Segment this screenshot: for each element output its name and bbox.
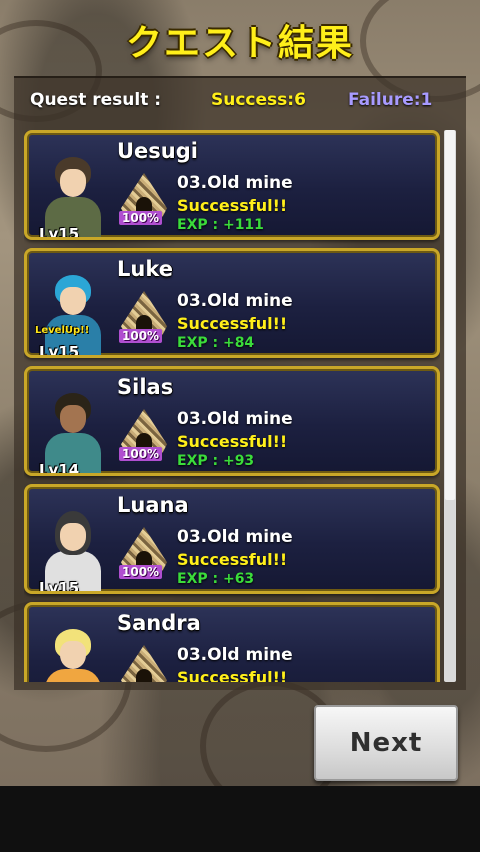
failure-count: Failure:1 <box>348 90 433 110</box>
success-rate: 100% <box>119 329 163 343</box>
success-rate: 100% <box>119 565 163 579</box>
level-label: Lv14 <box>39 461 80 473</box>
portrait-face <box>60 287 86 315</box>
next-button[interactable]: Next <box>314 705 458 781</box>
result-card-uesugi[interactable]: Lv15 Uesugi 100% 03.Old mine Successful!… <box>24 130 440 240</box>
character-name: Luke <box>117 257 173 281</box>
character-name: Silas <box>117 375 174 399</box>
success-rate: 100% <box>119 211 163 225</box>
exp-gain: EXP : +63 <box>177 571 255 587</box>
exp-gain: EXP : +84 <box>177 335 255 351</box>
character-name: Uesugi <box>117 139 198 163</box>
results-scrollbar[interactable] <box>444 130 456 682</box>
scrollbar-thumb[interactable] <box>445 130 455 500</box>
success-rate: 100% <box>119 447 163 461</box>
character-portrait: Lv15 <box>35 153 111 237</box>
level-label: Lv15 <box>39 343 80 355</box>
quest-name: 03.Old mine <box>177 173 293 193</box>
quest-status: Successful!! <box>177 432 288 451</box>
exp-gain: EXP : +93 <box>177 453 255 469</box>
success-count: Success:6 <box>211 90 306 110</box>
result-card-sandra[interactable]: Sandra 03.Old mine Successful!! <box>24 602 440 682</box>
quest-name: 03.Old mine <box>177 409 293 429</box>
quest-name: 03.Old mine <box>177 291 293 311</box>
summary-label: Quest result : <box>30 90 162 110</box>
quest-name: 03.Old mine <box>177 645 293 665</box>
results-list[interactable]: Lv15 Uesugi 100% 03.Old mine Successful!… <box>24 130 440 682</box>
character-portrait: LevelUp!! Lv15 <box>35 271 111 355</box>
portrait-face <box>60 405 86 433</box>
level-label: Lv15 <box>39 579 80 591</box>
quest-name: 03.Old mine <box>177 527 293 547</box>
result-card-luke[interactable]: LevelUp!! Lv15 Luke 100% 03.Old mine Suc… <box>24 248 440 358</box>
character-portrait <box>35 625 111 682</box>
character-portrait: Lv14 <box>35 389 111 473</box>
quest-summary: Quest result : Success:6 Failure:1 <box>14 88 466 116</box>
quest-status: Successful!! <box>177 196 288 215</box>
character-name: Luana <box>117 493 189 517</box>
page-title: クエスト結果 <box>125 23 354 64</box>
old-mine-icon <box>117 641 171 682</box>
level-label: Lv15 <box>39 225 80 237</box>
quest-status: Successful!! <box>177 314 288 333</box>
character-portrait: Lv15 <box>35 507 111 591</box>
portrait-body <box>45 669 101 682</box>
portrait-face <box>60 641 86 669</box>
level-up-badge: LevelUp!! <box>35 325 90 336</box>
bottom-bar <box>0 786 480 852</box>
result-card-silas[interactable]: Lv14 Silas 100% 03.Old mine Successful!!… <box>24 366 440 476</box>
character-name: Sandra <box>117 611 201 635</box>
portrait-face <box>60 169 86 197</box>
quest-status: Successful!! <box>177 668 288 682</box>
results-panel: Quest result : Success:6 Failure:1 Lv15 … <box>14 76 466 690</box>
background-scene: クエスト結果 Quest result : Success:6 Failure:… <box>0 0 480 786</box>
exp-gain: EXP : +111 <box>177 217 264 233</box>
quest-status: Successful!! <box>177 550 288 569</box>
result-card-luana[interactable]: Lv15 Luana 100% 03.Old mine Successful!!… <box>24 484 440 594</box>
portrait-face <box>60 523 86 551</box>
